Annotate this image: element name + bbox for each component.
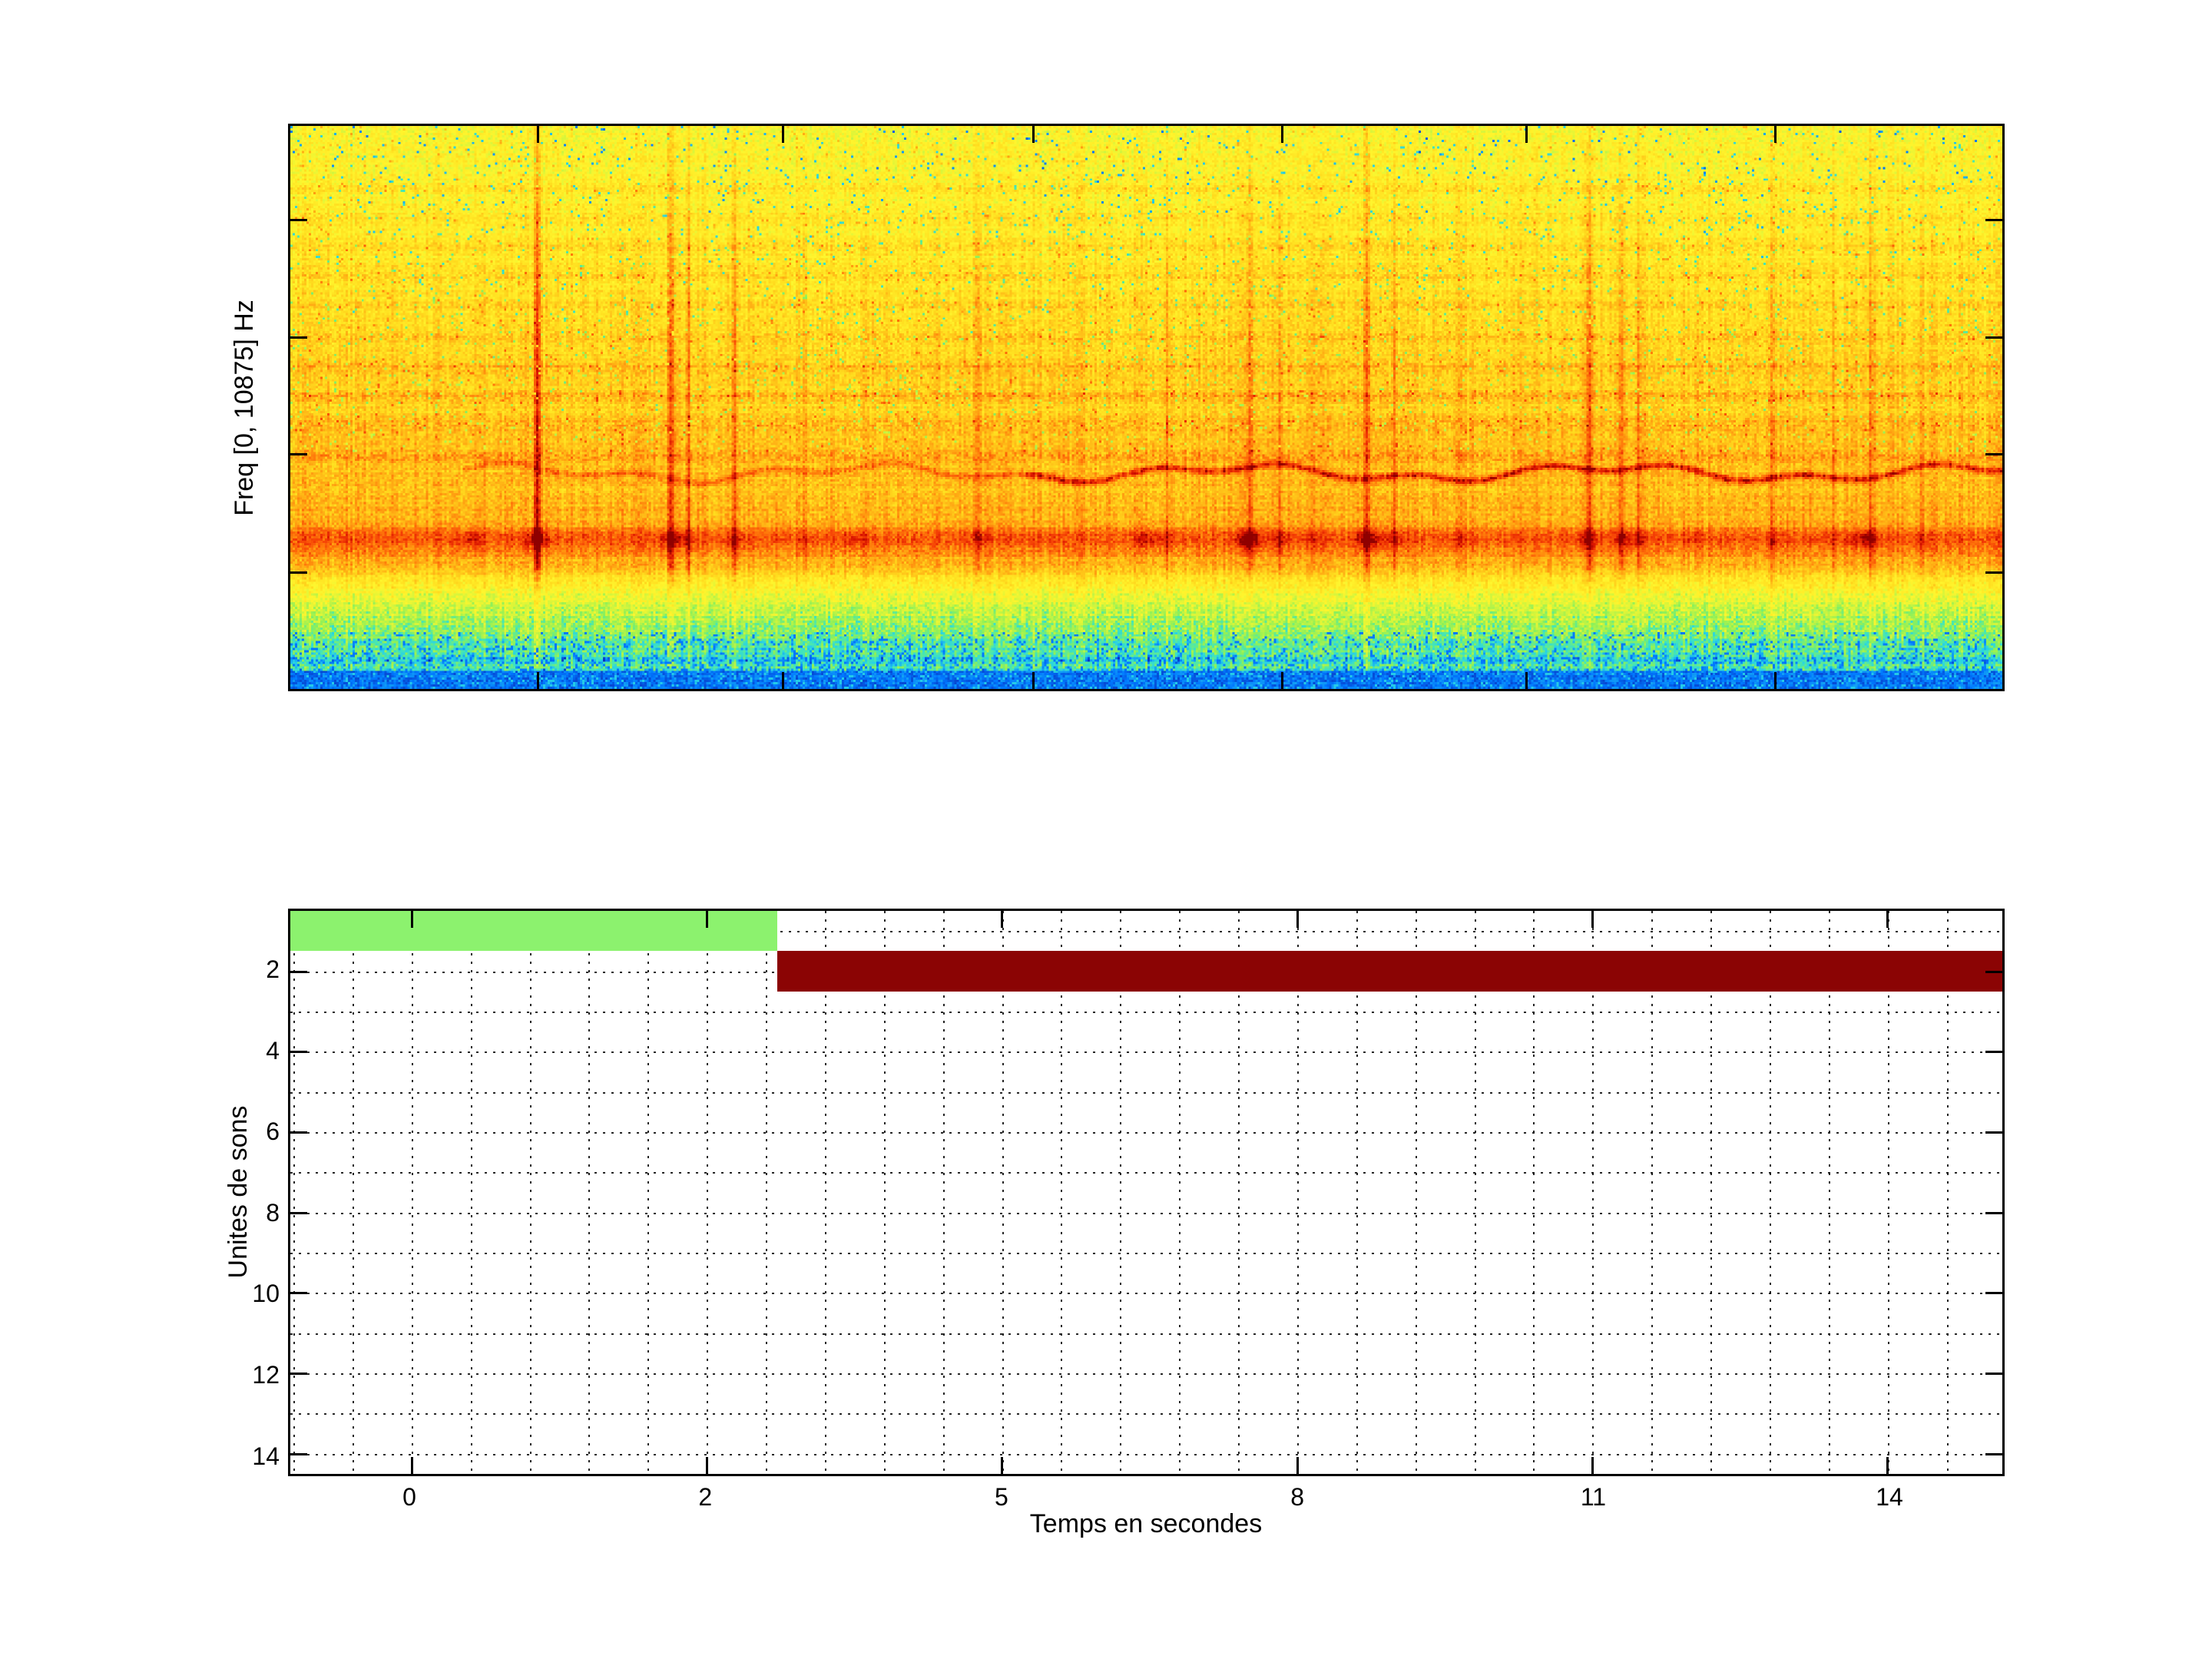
axis-tick-mark [1525,126,1528,143]
axis-tick-mark [1032,672,1035,689]
axis-tick-mark [706,1457,708,1474]
y-tick-label: 8 [266,1198,280,1227]
axis-tick-mark [1886,1457,1889,1474]
axis-tick-mark [1985,336,2002,339]
axis-tick-mark [1774,126,1777,143]
axis-tick-mark [1985,1131,2002,1134]
units-plot [288,909,2005,1476]
x-tick-label: 8 [1290,1483,1305,1511]
axis-tick-mark [290,971,307,973]
axis-tick-mark [290,1373,307,1375]
axis-tick-mark [537,672,539,689]
y-tick-label: 14 [252,1442,280,1470]
spectrogram-ticks [290,126,2002,689]
y-tick-label: 2 [266,955,280,984]
axis-tick-mark [782,672,784,689]
spectrogram-ylabel: Freq [0, 10875] Hz [230,300,259,516]
axis-tick-mark [537,126,539,143]
axis-tick-mark [1591,1457,1594,1474]
axis-tick-mark [706,911,708,928]
x-tick-label: 14 [1876,1483,1903,1511]
axis-tick-mark [1886,911,1889,928]
axis-tick-mark [1296,911,1299,928]
axis-tick-mark [1985,1453,2002,1455]
axis-tick-mark [1281,672,1283,689]
x-tick-label: 2 [698,1483,713,1511]
axis-tick-mark [411,1457,413,1474]
axis-tick-mark [1985,1373,2002,1375]
y-tick-label: 10 [252,1280,280,1308]
y-tick-label: 6 [266,1118,280,1146]
x-tick-label: 5 [994,1483,1008,1511]
axis-tick-mark [290,453,307,455]
units-ylabel: Unites de sons [224,1105,253,1279]
axis-tick-mark [1985,971,2002,973]
axis-tick-mark [290,1051,307,1053]
x-tick-label: 11 [1580,1483,1607,1511]
axis-tick-mark [1001,1457,1003,1474]
units-ticks [290,911,2002,1474]
spectrogram-plot [288,124,2005,691]
axis-tick-mark [1985,219,2002,221]
axis-tick-mark [1985,1292,2002,1294]
axis-tick-mark [290,571,307,574]
axis-tick-mark [1281,126,1283,143]
axis-tick-mark [411,911,413,928]
x-tick-label: 0 [402,1483,416,1511]
axis-tick-mark [1774,672,1777,689]
matlab-figure: Freq [0, 10875] Hz 2 4 6 8 10 12 14 0 2 5 8 11 14 U… [0,0,2212,1659]
axis-tick-mark [290,219,307,221]
axis-tick-mark [1296,1457,1299,1474]
axis-tick-mark [1591,911,1594,928]
axis-tick-mark [290,1212,307,1214]
axis-tick-mark [290,1131,307,1134]
axis-tick-mark [1525,672,1528,689]
axis-tick-mark [290,1453,307,1455]
axis-tick-mark [1001,911,1003,928]
axis-tick-mark [290,1292,307,1294]
y-tick-label: 12 [252,1361,280,1389]
axis-tick-mark [1985,1212,2002,1214]
axis-tick-mark [1985,1051,2002,1053]
axis-tick-mark [1985,453,2002,455]
axis-tick-mark [1985,571,2002,574]
axis-tick-mark [782,126,784,143]
axis-tick-mark [290,336,307,339]
axis-tick-mark [1032,126,1035,143]
y-tick-label: 4 [266,1036,280,1065]
units-xlabel: Temps en secondes [1029,1509,1263,1538]
